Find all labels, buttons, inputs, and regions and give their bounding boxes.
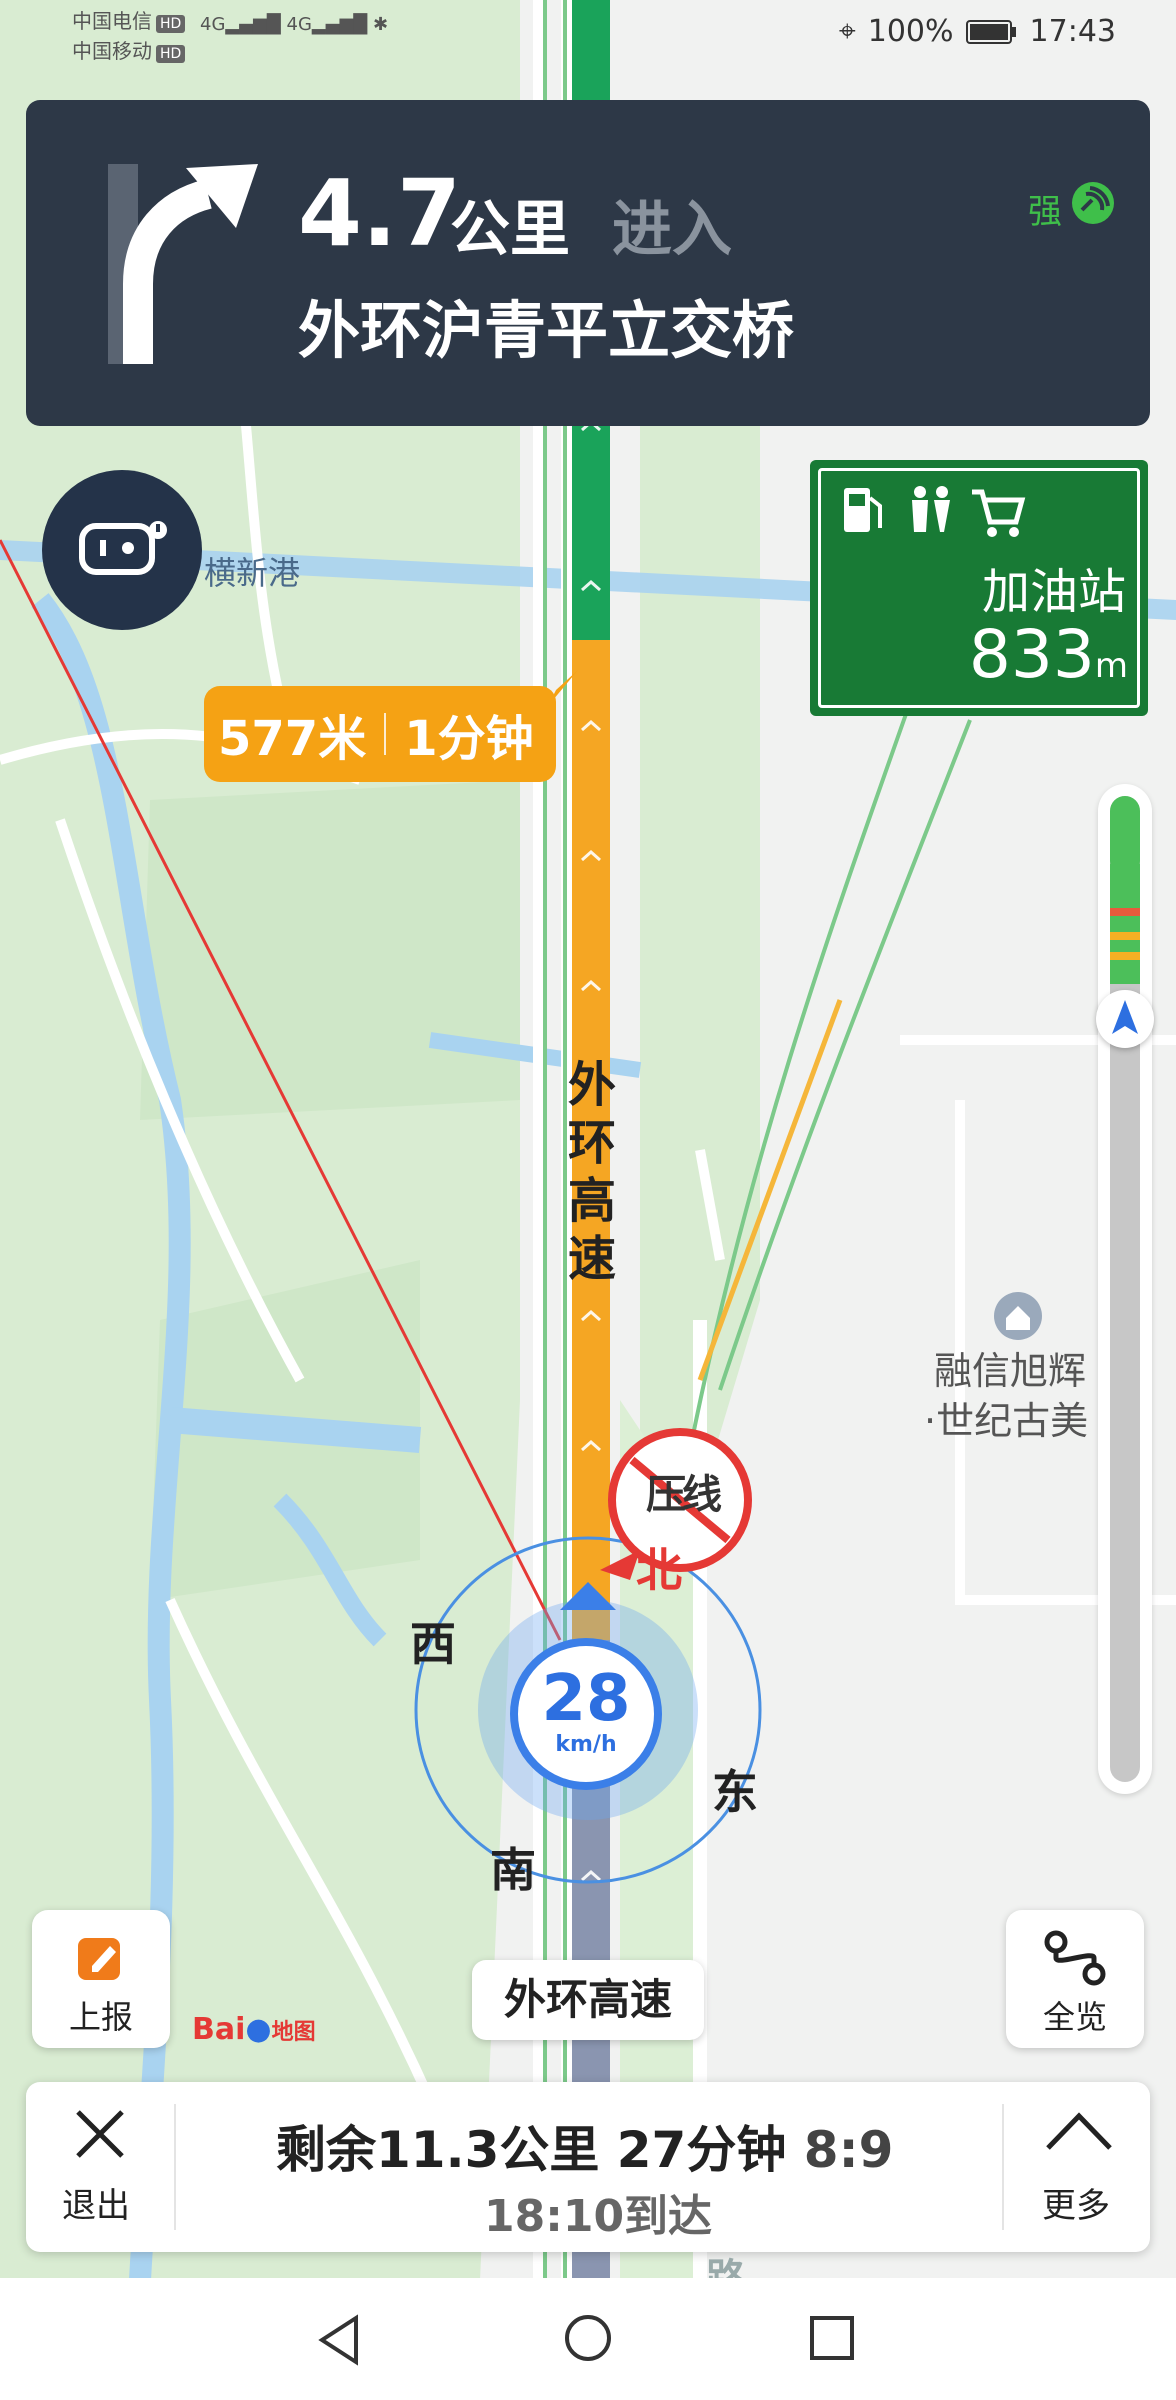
exit-button[interactable]: 退出 xyxy=(26,2082,176,2252)
home-icon[interactable] xyxy=(562,2312,614,2364)
paw-icon: ● xyxy=(245,2012,272,2047)
report-label: 上报 xyxy=(68,1998,133,2036)
net-type: 4G xyxy=(200,14,226,35)
highway-vertical-label: 外 环 高 速 xyxy=(564,1056,620,1288)
residential-poi-icon[interactable] xyxy=(990,1290,1046,1346)
compass-south: 南 xyxy=(490,1843,536,1897)
guidance-banner[interactable]: 4.7 公里 进入 外环沪青平立交桥 强 xyxy=(26,100,1150,426)
current-road-label: 外环高速 xyxy=(472,1960,704,2040)
edit-report-icon xyxy=(78,1938,120,1980)
divider xyxy=(174,2104,176,2230)
location-icon: ⌖ xyxy=(838,14,856,49)
progress-position-marker xyxy=(1096,990,1154,1048)
route-overview-icon xyxy=(1044,1930,1106,1986)
turn-right-arrow-icon xyxy=(108,164,258,364)
poi-label-line2: ·世纪古美 xyxy=(924,1399,1089,1443)
action-text: 进入 xyxy=(612,195,732,265)
report-button[interactable]: 上报 xyxy=(32,1910,170,2048)
battery-icon xyxy=(965,19,1016,44)
service-area-sign[interactable]: 加油站 833m xyxy=(810,460,1148,716)
back-icon[interactable] xyxy=(316,2314,364,2366)
shopping-cart-icon xyxy=(972,489,1026,537)
more-button[interactable]: 更多 xyxy=(1004,2082,1150,2252)
remaining-summary: 剩余11.3公里 27分钟 8:9 xyxy=(276,2110,893,2182)
carrier-1-label: 中国电信 xyxy=(72,9,152,33)
congestion-bubble[interactable]: 577米 1分钟 xyxy=(204,686,556,782)
compass-north: 北 xyxy=(636,1543,682,1597)
road-char: 外 xyxy=(567,1057,616,1113)
road-char: 速 xyxy=(567,1231,616,1287)
hd-badge: HD xyxy=(156,45,186,63)
bubble-divider xyxy=(384,713,387,755)
baidu-map-logo: Bai●地图 xyxy=(192,2012,316,2047)
route-progress-bar[interactable] xyxy=(1096,784,1154,1794)
recent-apps-icon[interactable] xyxy=(808,2314,856,2362)
carrier-2-label: 中国移动 xyxy=(72,39,152,63)
poi-label-line1: 融信旭辉 xyxy=(934,1349,1087,1393)
logo-text: Bai xyxy=(192,2012,246,2047)
road-char: 环 xyxy=(567,1115,616,1171)
congestion-distance: 577米 xyxy=(218,711,367,767)
carrier-2: 中国移动 HD xyxy=(72,38,186,64)
trip-summary-panel: 退出 剩余11.3公里 27分钟 8:9 18:10到达 更多 xyxy=(26,2082,1150,2252)
speed-unit: km/h xyxy=(555,1732,617,1757)
service-icons xyxy=(844,486,1026,537)
hd-badge: HD xyxy=(156,15,186,33)
next-road-name: 外环沪青平立交桥 xyxy=(298,294,795,367)
distance-unit: 公里 xyxy=(450,195,570,265)
fuel-icon xyxy=(844,488,882,532)
service-distance: 833m xyxy=(969,620,1128,701)
bluetooth-icon: ✱ xyxy=(373,14,389,35)
overview-label: 全览 xyxy=(1042,1998,1107,2036)
arrival-time: 18:10到达 xyxy=(484,2191,713,2242)
status-right: ⌖ 100% 17:43 xyxy=(839,14,1116,49)
carrier-1: 中国电信 HD xyxy=(72,8,186,34)
exit-label: 退出 xyxy=(62,2186,130,2226)
overview-button[interactable]: 全览 xyxy=(1006,1910,1144,2048)
net-type-2: 4G xyxy=(286,14,312,35)
clock: 17:43 xyxy=(1029,14,1116,49)
signal-icons: 4G▂▄▆█ 4G▂▄▆█ ✱ xyxy=(200,14,389,35)
distance-value: 4.7 xyxy=(298,160,461,267)
logo-suffix: 地图 xyxy=(271,2020,316,2045)
system-navigation-bar xyxy=(0,2278,1176,2400)
remaining-text: 剩余11.3公里 27分钟 xyxy=(276,2121,787,2179)
speedometer[interactable]: 28 km/h xyxy=(510,1638,662,1790)
close-icon xyxy=(76,2110,124,2158)
compass-west: 西 xyxy=(410,1617,456,1671)
summary-extra: 8:9 xyxy=(803,2121,894,2179)
chevron-up-icon xyxy=(1046,2112,1112,2150)
voice-assistant-button[interactable] xyxy=(42,470,202,630)
service-distance-unit: m xyxy=(1094,646,1128,686)
bubble-tail xyxy=(548,670,578,706)
speed-value: 28 xyxy=(541,1662,631,1736)
no-line-pressing-sign: 压线 xyxy=(646,1472,722,1518)
more-label: 更多 xyxy=(1042,2186,1110,2226)
congestion-time: 1分钟 xyxy=(404,711,534,767)
progress-track xyxy=(1110,796,1140,1782)
gps-signal-icon xyxy=(1072,182,1114,224)
road-char: 高 xyxy=(567,1173,616,1229)
water-label: 横新港 xyxy=(204,554,301,592)
gps-signal-label: 强 xyxy=(1028,192,1062,232)
compass-east: 东 xyxy=(712,1765,758,1819)
navigation-arrow-icon xyxy=(1112,1000,1138,1034)
restroom-icon xyxy=(912,486,950,532)
service-label: 加油站 xyxy=(981,564,1126,620)
service-distance-value: 833 xyxy=(968,616,1095,693)
battery-percent: 100% xyxy=(867,14,954,49)
robot-face-icon xyxy=(79,521,167,575)
